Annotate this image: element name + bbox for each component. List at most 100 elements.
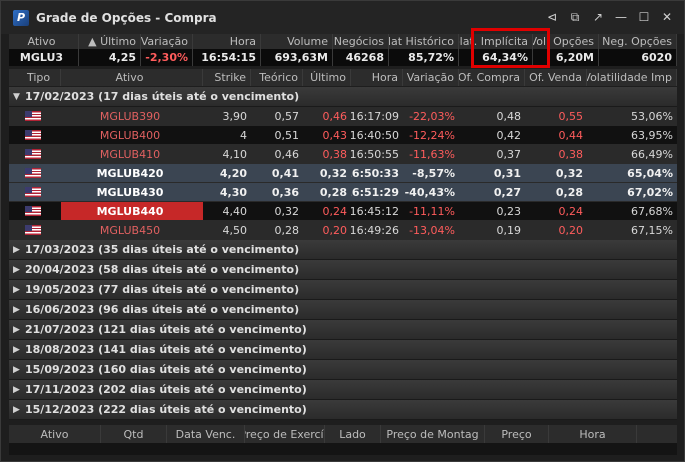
- type-cell: [9, 107, 61, 125]
- column-header-cell[interactable]: Strike: [203, 69, 251, 86]
- summary-header-cell[interactable]: Volume: [261, 34, 333, 49]
- teorico-cell: 0,41: [271, 166, 299, 180]
- expand-arrow-icon[interactable]: ▶: [13, 345, 25, 355]
- summary-value-cell: -2,30%: [141, 49, 193, 66]
- variacao-cell: -11,63%: [409, 147, 455, 161]
- option-ticker[interactable]: MGLUB400: [61, 126, 203, 144]
- option-ticker[interactable]: MGLUB420: [61, 164, 203, 182]
- vol-cell: 65,04%: [627, 166, 673, 180]
- teorico-cell: 0,32: [274, 204, 300, 218]
- orders-header-cell[interactable]: Ativo: [9, 425, 101, 443]
- expiry-group-header[interactable]: ▶ 15/12/2023 (222 dias úteis até o vencim…: [9, 400, 677, 420]
- orders-header-cell[interactable]: Qtd: [101, 425, 167, 443]
- option-row[interactable]: MGLUB420 4,20 0,41 0,32 16:50:33 -8,57% 0,31 0,…: [9, 164, 677, 183]
- summary-header-cell[interactable]: ▲ Último: [79, 34, 141, 49]
- expand-arrow-icon[interactable]: ▶: [13, 265, 25, 275]
- expiry-group-header[interactable]: ▶ 21/07/2023 (121 dias úteis até o vencim…: [9, 320, 677, 340]
- hora-cell: 16:50:33: [351, 166, 399, 180]
- ultimo-cell: 0,28: [319, 185, 347, 199]
- orders-header-cell[interactable]: Preço de Exercíc: [245, 425, 325, 443]
- expiry-group-header[interactable]: ▶ 17/03/2023 (35 dias úteis até o vencime…: [9, 240, 677, 260]
- trend-icon[interactable]: ↗: [591, 10, 605, 24]
- strike-cell: 3,90: [222, 109, 248, 123]
- expiry-group-label: 17/11/2023 (202 dias úteis até o vencime…: [25, 383, 307, 396]
- option-ticker[interactable]: MGLUB440: [61, 202, 203, 220]
- compra-cell: 0,48: [496, 109, 522, 123]
- expiry-group-label: 21/07/2023 (121 dias úteis até o vencime…: [25, 323, 307, 336]
- type-cell: [9, 221, 61, 239]
- column-header-cell[interactable]: Teórico: [251, 69, 303, 86]
- ultimo-cell: 0,32: [319, 166, 347, 180]
- summary-header-cell[interactable]: Volat. Implícita: [459, 34, 533, 49]
- expiry-group-header[interactable]: ▼ 17/02/2023 (17 dias úteis até o vencime…: [9, 87, 677, 107]
- option-row[interactable]: MGLUB400 4 0,51 0,43 16:40:50 -12,24% 0,42 0,44…: [9, 126, 677, 145]
- summary-header-cell[interactable]: Hora: [193, 34, 261, 49]
- column-header-cell[interactable]: Of. Venda: [525, 69, 587, 86]
- option-row[interactable]: MGLUB430 4,30 0,36 0,28 16:51:29 -40,43% 0,27 0…: [9, 183, 677, 202]
- column-header-cell[interactable]: Volatilidade Imp: [587, 69, 677, 86]
- expiry-group-header[interactable]: ▶ 19/05/2023 (77 dias úteis até o vencime…: [9, 280, 677, 300]
- option-row[interactable]: MGLUB410 4,10 0,46 0,38 16:50:55 -11,63% 0,37 0…: [9, 145, 677, 164]
- hora-cell: 16:50:55: [351, 147, 399, 161]
- variacao-cell: -40,43%: [404, 185, 455, 199]
- expiry-group-header[interactable]: ▶ 16/06/2023 (96 dias úteis até o vencime…: [9, 300, 677, 320]
- summary-value-cell: 46268: [333, 49, 389, 66]
- option-row[interactable]: MGLUB450 4,50 0,28 0,20 16:49:26 -13,04% 0,19 0…: [9, 221, 677, 240]
- option-row[interactable]: MGLUB390 3,90 0,57 0,46 16:17:09 -22,03% 0,48 0…: [9, 107, 677, 126]
- column-header-cell[interactable]: Ativo: [61, 69, 203, 86]
- option-ticker[interactable]: MGLUB430: [61, 183, 203, 201]
- venda-cell: 0,44: [558, 128, 584, 142]
- summary-header-cell[interactable]: Variação: [141, 34, 193, 49]
- expand-arrow-icon[interactable]: ▶: [13, 305, 25, 315]
- expiry-group-label: 17/03/2023 (35 dias úteis até o vencimen…: [25, 243, 300, 256]
- expand-arrow-icon[interactable]: ▶: [13, 405, 25, 415]
- option-ticker[interactable]: MGLUB410: [61, 145, 203, 163]
- expiry-group-label: 19/05/2023 (77 dias úteis até o vencimen…: [25, 283, 300, 296]
- summary-header-cell[interactable]: Ativo: [9, 34, 79, 49]
- summary-value-cell: 4,25: [79, 49, 141, 66]
- expiry-group-header[interactable]: ▶ 18/08/2023 (141 dias úteis até o vencim…: [9, 340, 677, 360]
- summary-header-cell[interactable]: Neg. Opções: [599, 34, 677, 49]
- expand-arrow-icon[interactable]: ▶: [13, 365, 25, 375]
- column-header-cell[interactable]: Hora: [351, 69, 403, 86]
- expiry-group-header[interactable]: ▶ 17/11/2023 (202 dias úteis até o vencim…: [9, 380, 677, 400]
- summary-header-cell[interactable]: Vol. Opções: [533, 34, 599, 49]
- column-header-cell[interactable]: Tipo: [9, 69, 61, 86]
- options-grid: ▼ 17/02/2023 (17 dias úteis até o vencime…: [9, 87, 677, 420]
- ultimo-cell: 0,38: [322, 147, 348, 161]
- expiry-group-label: 15/09/2023 (160 dias úteis até o vencime…: [25, 363, 307, 376]
- expiry-group-header[interactable]: ▶ 20/04/2023 (58 dias úteis até o vencime…: [9, 260, 677, 280]
- vol-cell: 67,02%: [627, 185, 673, 199]
- window-title: Grade de Opções - Compra: [36, 10, 217, 25]
- option-ticker[interactable]: MGLUB390: [61, 107, 203, 125]
- share-icon[interactable]: ⊲: [545, 10, 559, 24]
- expand-arrow-icon[interactable]: ▶: [13, 325, 25, 335]
- options-column-header: Tipo Ativo Strike Teórico Último Hora Variação…: [9, 69, 677, 86]
- popout-icon[interactable]: ⧉: [568, 10, 582, 24]
- orders-header-cell[interactable]: Lado: [325, 425, 381, 443]
- collapse-arrow-icon[interactable]: ▼: [13, 92, 25, 102]
- summary-value-cell: MGLU3: [9, 49, 79, 66]
- option-row[interactable]: MGLUB440 4,40 0,32 0,24 16:45:12 -11,11% 0,23 0…: [9, 202, 677, 221]
- expand-arrow-icon[interactable]: ▶: [13, 385, 25, 395]
- column-header-cell[interactable]: Último: [303, 69, 351, 86]
- summary-row: MGLU3 4,25 -2,30% 16:54:15 693,63M 46268 85,72…: [9, 49, 677, 66]
- us-flag-icon: [25, 206, 41, 216]
- expand-arrow-icon[interactable]: ▶: [13, 245, 25, 255]
- orders-header-cell[interactable]: Hora: [549, 425, 637, 443]
- maximize-icon[interactable]: ☐: [637, 10, 651, 24]
- close-icon[interactable]: ✕: [660, 10, 674, 24]
- expiry-group-header[interactable]: ▶ 15/09/2023 (160 dias úteis até o vencim…: [9, 360, 677, 380]
- orders-header-cell[interactable]: Data Venc.: [167, 425, 245, 443]
- column-header-cell[interactable]: Of. Compra: [459, 69, 525, 86]
- summary-header-cell[interactable]: Negócios: [333, 34, 389, 49]
- option-ticker[interactable]: MGLUB450: [61, 221, 203, 239]
- orders-header-cell[interactable]: Preço: [485, 425, 549, 443]
- orders-header-cell[interactable]: Preço de Montag: [381, 425, 485, 443]
- summary-header-cell[interactable]: Volat Histórico: [389, 34, 459, 49]
- minimize-icon[interactable]: —: [614, 10, 628, 24]
- column-header-cell[interactable]: Variação: [403, 69, 459, 86]
- expand-arrow-icon[interactable]: ▶: [13, 285, 25, 295]
- title-bar[interactable]: P Grade de Opções - Compra ⊲ ⧉ ↗ — ☐ ✕: [1, 1, 684, 34]
- us-flag-icon: [25, 225, 41, 235]
